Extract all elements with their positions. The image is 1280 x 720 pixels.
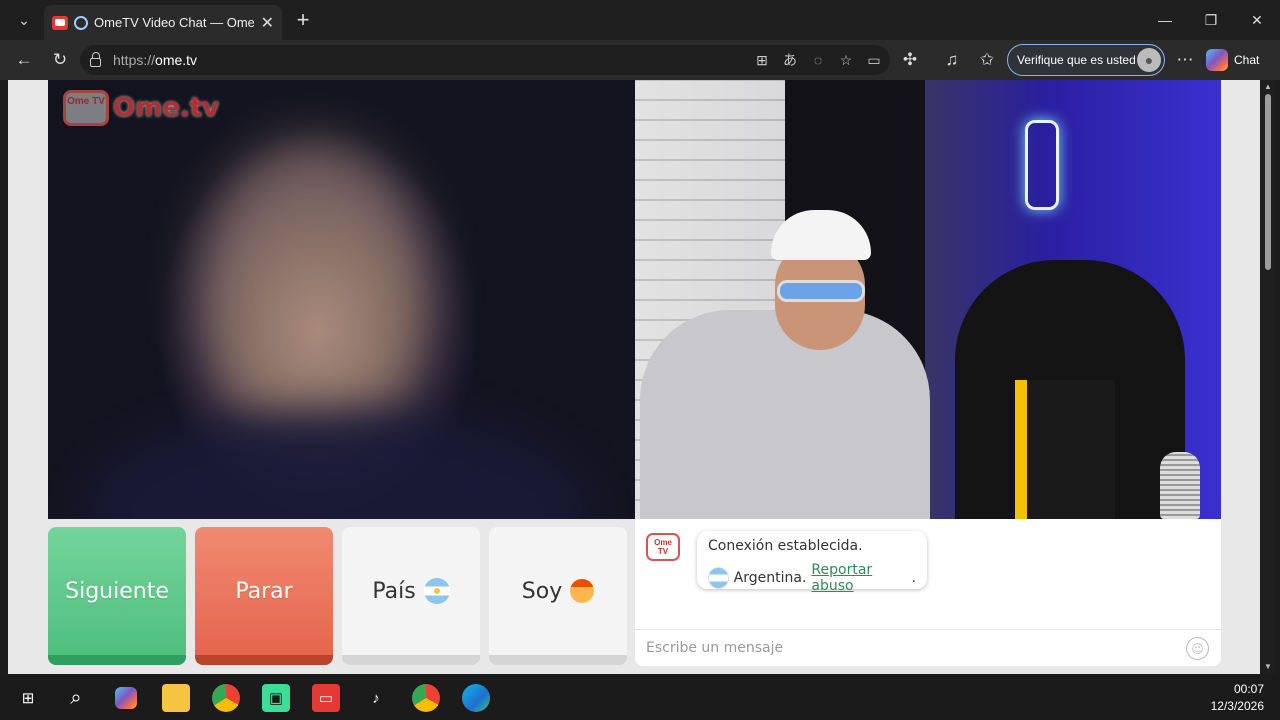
system-message-bubble: Conexión establecida. Argentina. Reporta… bbox=[697, 531, 927, 594]
next-button[interactable]: Siguiente bbox=[48, 527, 186, 665]
clock-date: 12/3/2026 bbox=[1210, 699, 1264, 713]
tab-title: OmeTV Video Chat — Omegle bbox=[94, 15, 254, 30]
report-abuse-link[interactable]: Reportar abuso bbox=[811, 562, 911, 594]
refresh-icon[interactable]: ↻ bbox=[48, 48, 72, 72]
favorites-icon[interactable]: ✩ bbox=[975, 48, 999, 72]
close-window-icon[interactable]: ✕ bbox=[1234, 0, 1280, 40]
start-icon[interactable]: ⊞ bbox=[14, 684, 42, 712]
self-video bbox=[635, 80, 1221, 519]
ometv-icon[interactable]: ▭ bbox=[312, 684, 340, 712]
scroll-down-arrow-icon[interactable]: ▼ bbox=[1263, 662, 1273, 672]
copilot-icon bbox=[1206, 49, 1228, 71]
report-period: . bbox=[911, 570, 916, 586]
verify-label: Verifique que es usted bbox=[1017, 53, 1136, 67]
partner-country: Argentina. bbox=[733, 570, 807, 586]
verify-identity-button[interactable]: Verifique que es usted ● bbox=[1007, 44, 1165, 76]
chat-label: Chat bbox=[1234, 53, 1260, 67]
ometv-chat-avatar-icon: Ome TV bbox=[646, 533, 680, 561]
chat-panel: Ome TV Conexión establecida. Argentina. … bbox=[635, 519, 1221, 666]
partner-video: Ome TV Ome.tv bbox=[48, 80, 635, 519]
stop-label: Parar bbox=[235, 578, 293, 604]
country-label: País bbox=[372, 578, 416, 604]
address-bar-icons: ⊞ あ ◌ ☆ ▭ bbox=[752, 49, 884, 71]
chrome-icon[interactable] bbox=[212, 684, 240, 712]
browser-toolbar: ← ↻ https://ome.tv ⊞ あ ◌ ☆ ▭ ✣ ♫ ✩ Verif… bbox=[0, 40, 1280, 80]
translate-icon[interactable]: あ bbox=[780, 49, 800, 71]
more-options-icon[interactable]: ⋯ bbox=[1173, 48, 1197, 72]
favorite-star-icon[interactable]: ☆ bbox=[836, 49, 856, 71]
search-icon[interactable]: ⌕ bbox=[62, 684, 90, 712]
person-grey-shirt bbox=[640, 310, 930, 519]
chrome-profile-icon[interactable] bbox=[412, 684, 440, 712]
app-icon[interactable]: ▣ bbox=[262, 684, 290, 712]
video-camera-icon[interactable]: ▭ bbox=[864, 49, 884, 71]
active-tab[interactable]: OmeTV Video Chat — Omegle ✕ bbox=[44, 5, 282, 40]
ometv-page: Ome TV Ome.tv Siguiente Parar País Soy O… bbox=[8, 80, 1260, 674]
new-tab-plus-icon[interactable]: + bbox=[290, 7, 316, 33]
back-arrow-icon[interactable]: ← bbox=[12, 48, 36, 72]
next-label: Siguiente bbox=[65, 578, 169, 604]
media-playing-icon bbox=[74, 15, 88, 30]
clock-time: 00:07 bbox=[1233, 682, 1264, 696]
connection-message: Conexión establecida. bbox=[708, 538, 863, 554]
copilot-chat-button[interactable]: Chat bbox=[1206, 46, 1259, 74]
sunglasses bbox=[777, 280, 865, 302]
windows-taskbar: ⊞ ⌕ ▣ ▭ ♪ 00:07 12/3/2026 bbox=[0, 676, 1280, 720]
tab-list-chevron-icon[interactable]: ⌄ bbox=[10, 8, 38, 32]
scroll-up-arrow-icon[interactable]: ▲ bbox=[1263, 82, 1273, 92]
page-scrollbar[interactable]: ▲ ▼ bbox=[1262, 80, 1274, 674]
media-control-icon[interactable]: ♫ bbox=[940, 48, 964, 72]
file-explorer-icon[interactable] bbox=[162, 684, 190, 712]
blurred-face bbox=[198, 140, 428, 440]
tab-close-icon[interactable]: ✕ bbox=[261, 13, 274, 33]
address-bar[interactable]: https://ome.tv ⊞ あ ◌ ☆ ▭ bbox=[80, 45, 890, 75]
edge-icon[interactable] bbox=[462, 684, 490, 712]
scroll-thumb[interactable] bbox=[1265, 94, 1271, 270]
ometv-logo-text: Ome.tv bbox=[113, 93, 220, 123]
tab-strip: ⌄ OmeTV Video Chat — Omegle ✕ + — ❐ ✕ bbox=[0, 0, 1280, 40]
stop-button[interactable]: Parar bbox=[195, 527, 333, 665]
minimize-icon[interactable]: — bbox=[1142, 0, 1188, 40]
system-clock[interactable]: 00:07 12/3/2026 bbox=[1211, 681, 1264, 715]
argentina-flag-icon bbox=[423, 578, 450, 604]
ometv-favicon-icon bbox=[52, 15, 68, 30]
extensions-icon[interactable]: ✣ bbox=[898, 48, 922, 72]
message-placeholder: Escribe un mensaje bbox=[646, 640, 784, 656]
blurred-body bbox=[88, 410, 588, 519]
tiktok-icon[interactable]: ♪ bbox=[362, 684, 390, 712]
boy-emoji-icon bbox=[570, 579, 595, 603]
gender-button[interactable]: Soy bbox=[489, 527, 627, 665]
url-text: https://ome.tv bbox=[113, 52, 198, 68]
restore-icon[interactable]: ❐ bbox=[1188, 0, 1234, 40]
lock-icon bbox=[90, 51, 101, 67]
copilot-icon[interactable] bbox=[112, 684, 140, 712]
microphone bbox=[1160, 452, 1200, 519]
neon-sign bbox=[1025, 120, 1059, 210]
yellow-black-shirt bbox=[1015, 380, 1115, 519]
reader-icon[interactable]: ◌ bbox=[808, 49, 828, 71]
profile-avatar-icon: ● bbox=[1137, 48, 1161, 72]
message-input[interactable]: Escribe un mensaje ☺ bbox=[635, 629, 1221, 666]
ometv-tv-icon: Ome TV bbox=[63, 90, 109, 126]
ometv-logo: Ome TV Ome.tv bbox=[63, 90, 219, 126]
emoji-smiley-icon[interactable]: ☺ bbox=[1186, 637, 1209, 660]
argentina-flag-icon bbox=[708, 567, 729, 589]
gender-label: Soy bbox=[521, 578, 563, 604]
window-controls: — ❐ ✕ bbox=[1142, 0, 1280, 40]
country-button[interactable]: País bbox=[342, 527, 480, 665]
apps-icon[interactable]: ⊞ bbox=[752, 49, 772, 71]
